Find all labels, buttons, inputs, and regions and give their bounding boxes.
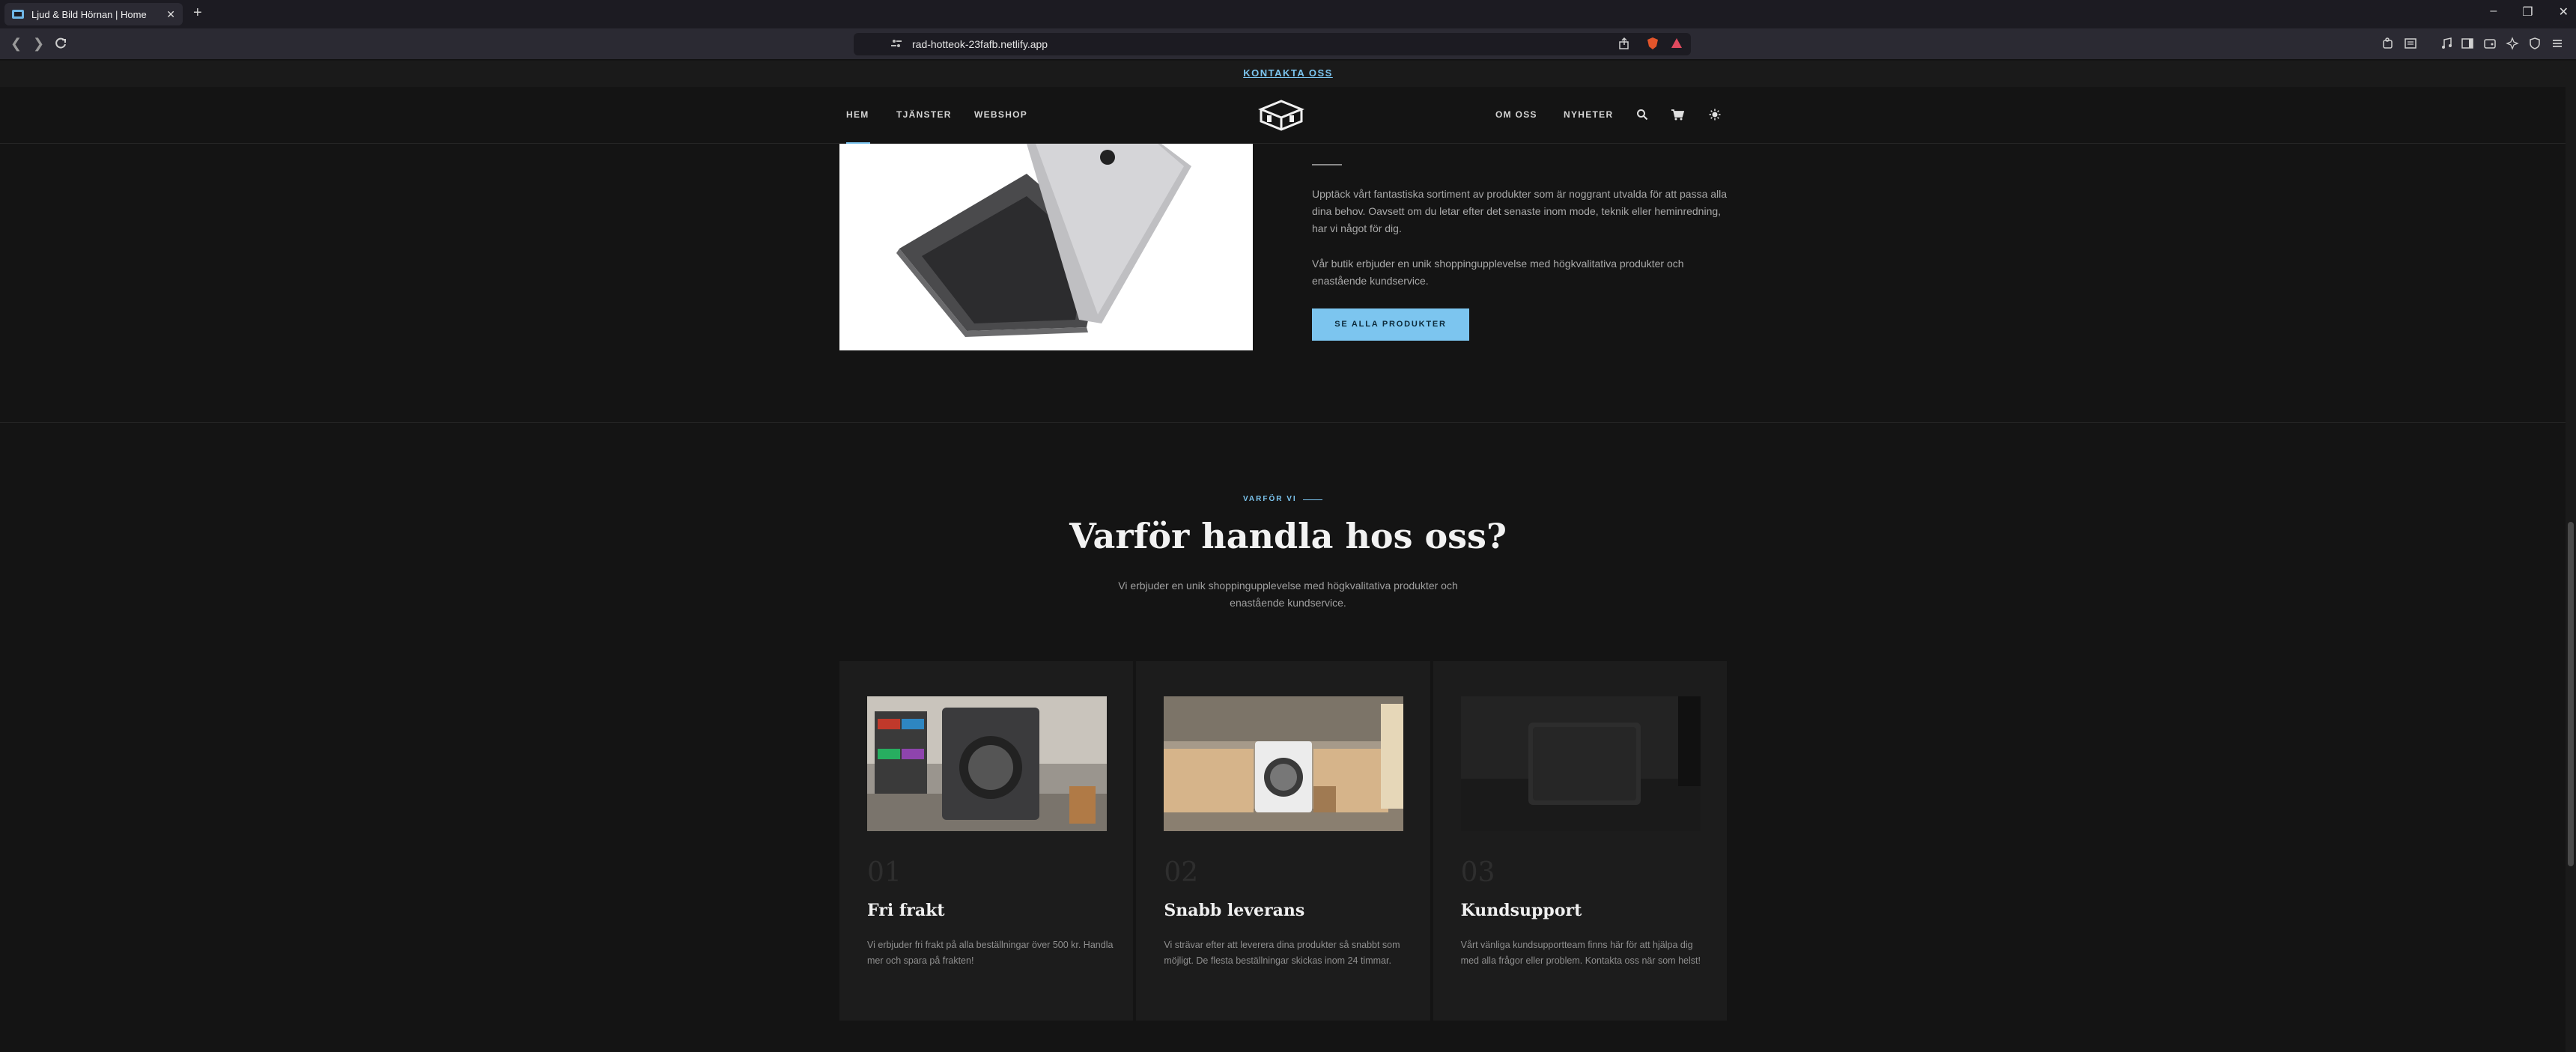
site-favicon-icon <box>12 10 24 19</box>
maximize-icon[interactable]: ❐ <box>2522 4 2533 19</box>
site-logo-icon[interactable] <box>1258 99 1304 132</box>
wallet-icon[interactable] <box>2483 37 2497 50</box>
brave-rewards-icon[interactable] <box>1670 37 1683 50</box>
card-text: Vi erbjuder fri frakt på alla beställnin… <box>867 940 1114 966</box>
laptop-illustration <box>896 144 1191 337</box>
browser-tab-bar: Ljud & Bild Hörnan | Home ✕ + – ❐ ✕ <box>0 0 2576 28</box>
nav-about[interactable]: OM OSS <box>1495 109 1537 120</box>
tab-title: Ljud & Bild Hörnan | Home <box>31 8 147 20</box>
new-tab-icon[interactable]: + <box>193 4 202 22</box>
hero-paragraph-1: Upptäck vårt fantastiska sortiment av pr… <box>1312 188 1728 234</box>
search-icon[interactable] <box>1636 109 1648 121</box>
browser-tab[interactable]: Ljud & Bild Hörnan | Home ✕ <box>4 3 183 25</box>
card-title: Kundsupport <box>1460 901 1582 920</box>
section-divider <box>0 422 2576 423</box>
why-subtitle: Vi erbjuder en unik shoppingupplevelse m… <box>1118 580 1458 609</box>
vpn-icon[interactable] <box>2528 37 2542 50</box>
hero-divider <box>1312 164 1342 165</box>
forward-icon[interactable]: ❯ <box>33 36 44 52</box>
card-number: 03 <box>1460 857 1495 888</box>
site-navigation: HEM TJÄNSTER WEBSHOP OM OSS NYHETER <box>0 87 2576 144</box>
scrollbar-thumb[interactable] <box>2568 522 2574 866</box>
reload-icon[interactable] <box>54 37 67 50</box>
window-controls: – ❐ ✕ <box>2490 4 2569 19</box>
sidebar-icon[interactable] <box>2461 37 2474 50</box>
card-text: Vi strävar efter att leverera dina produ… <box>1164 940 1400 966</box>
hero-product-image <box>839 144 1253 350</box>
website-viewport: KONTAKTA OSS HEM TJÄNSTER WEBSHOP OM OSS… <box>0 61 2576 1052</box>
back-icon[interactable]: ❮ <box>10 36 22 52</box>
brave-shields-icon[interactable] <box>1646 37 1659 50</box>
announcement-bar: KONTAKTA OSS <box>0 61 2576 87</box>
contact-link[interactable]: KONTAKTA OSS <box>1243 67 1333 79</box>
extensions-icon[interactable] <box>2381 37 2395 50</box>
nav-webshop[interactable]: WEBSHOP <box>974 109 1027 120</box>
card-title: Snabb leverans <box>1164 901 1305 920</box>
nav-news[interactable]: NYHETER <box>1564 109 1613 120</box>
why-title: Varför handla hos oss? <box>1069 516 1507 556</box>
site-settings-icon[interactable] <box>890 37 903 50</box>
leo-ai-icon[interactable] <box>2506 37 2519 50</box>
media-icon[interactable] <box>2440 37 2453 50</box>
reader-mode-icon[interactable] <box>2404 37 2417 50</box>
feature-card-free-shipping: 01 Fri frakt Vi erbjuder fri frakt på al… <box>839 661 1134 1021</box>
card-number: 01 <box>867 857 902 888</box>
feature-cards: 01 Fri frakt Vi erbjuder fri frakt på al… <box>839 661 1727 1021</box>
card-title: Fri frakt <box>867 901 945 920</box>
hero-paragraph-2: Vår butik erbjuder en unik shoppingupple… <box>1312 258 1684 287</box>
card-text: Vårt vänliga kundsupportteam finns här f… <box>1460 940 1701 966</box>
eyebrow-line <box>1303 499 1322 500</box>
card-image-speaker <box>1460 696 1701 831</box>
minimize-icon[interactable]: – <box>2490 4 2497 19</box>
card-image-washing-machine <box>867 696 1107 831</box>
nav-home[interactable]: HEM <box>846 109 869 120</box>
share-icon[interactable] <box>1617 37 1631 50</box>
url-text[interactable]: rad-hotteok-23fafb.netlify.app <box>912 38 1048 50</box>
feature-card-fast-delivery: 02 Snabb leverans Vi strävar efter att l… <box>1136 661 1430 1021</box>
why-eyebrow: VARFÖR VI <box>1243 495 1297 503</box>
page-scrollbar[interactable] <box>2566 61 2576 1052</box>
card-image-laundry-room <box>1164 696 1404 831</box>
see-all-products-button[interactable]: SE ALLA PRODUKTER <box>1312 308 1469 341</box>
window-close-icon[interactable]: ✕ <box>2559 4 2569 19</box>
tab-close-icon[interactable]: ✕ <box>166 8 175 21</box>
cart-icon[interactable] <box>1671 109 1684 121</box>
card-number: 02 <box>1164 857 1199 888</box>
nav-services[interactable]: TJÄNSTER <box>896 109 952 120</box>
feature-card-support: 03 Kundsupport Vårt vänliga kundsupportt… <box>1433 661 1727 1021</box>
menu-icon[interactable] <box>2551 37 2564 50</box>
theme-toggle-sun-icon[interactable] <box>1709 109 1721 121</box>
